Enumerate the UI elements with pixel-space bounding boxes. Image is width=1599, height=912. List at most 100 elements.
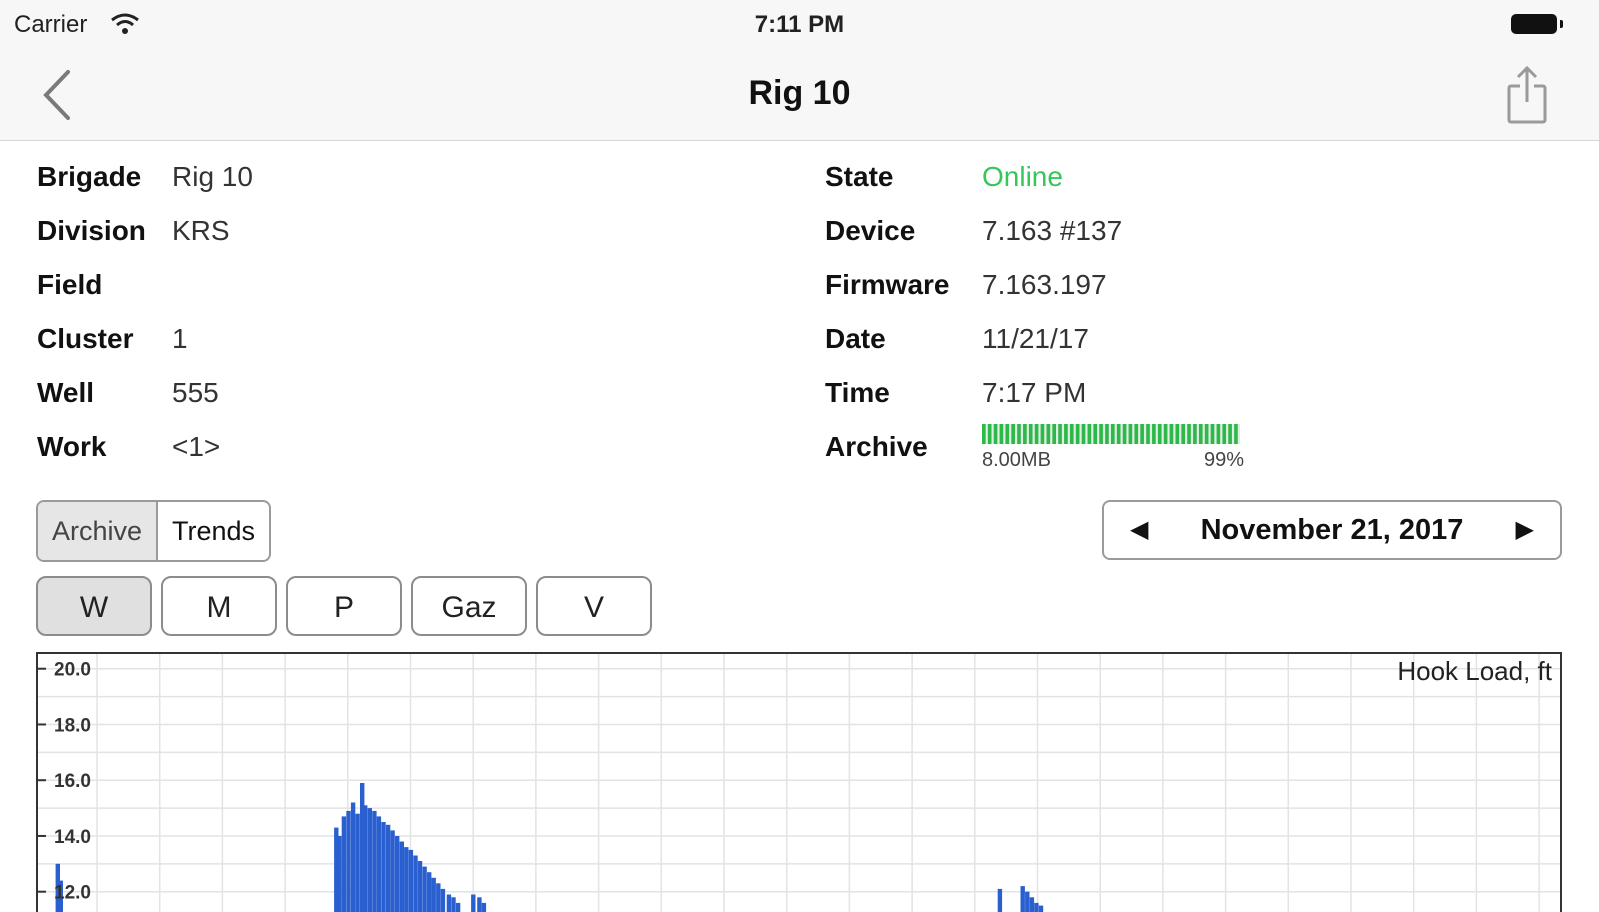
param-button-v[interactable]: V <box>536 576 652 636</box>
chart-bar <box>395 836 399 912</box>
archive-bar-segment <box>1082 424 1086 444</box>
current-date-label[interactable]: November 21, 2017 <box>1104 502 1560 558</box>
info-row-time: Time 7:17 PM <box>825 370 1525 424</box>
chart-bar <box>471 895 475 912</box>
info-left-column: Brigade Rig 10 Division KRS Field Cluste… <box>37 154 637 478</box>
chart-bar <box>413 856 417 912</box>
archive-bar-segment <box>988 424 992 444</box>
chart-bar <box>355 814 359 912</box>
y-tick-label: 20.0 <box>54 660 91 681</box>
chart-bar <box>363 805 367 912</box>
info-value: Rig 10 <box>172 154 253 200</box>
navigation-bar: Rig 10 <box>0 50 1599 141</box>
chart-bar <box>404 847 408 912</box>
info-label: Field <box>37 262 102 308</box>
chart-bar <box>381 822 385 912</box>
state-online-value: Online <box>982 154 1063 200</box>
info-value: 7.163.197 <box>982 262 1107 308</box>
chart-bar <box>422 867 426 912</box>
info-label: Device <box>825 208 915 254</box>
archive-bar-segment <box>1123 424 1127 444</box>
archive-bar-segment <box>1193 424 1197 444</box>
archive-bar-segment <box>1017 424 1021 444</box>
info-label: Time <box>825 370 890 416</box>
archive-bar-segment <box>1117 424 1121 444</box>
archive-bar-segment <box>1047 424 1051 444</box>
archive-bar-segment <box>1146 424 1150 444</box>
archive-bar-segment <box>1228 424 1232 444</box>
param-button-m[interactable]: M <box>161 576 277 636</box>
archive-bar-segment <box>1035 424 1039 444</box>
chart-bar <box>998 889 1002 912</box>
archive-bar-segment <box>1222 424 1226 444</box>
info-label: Firmware <box>825 262 950 308</box>
archive-bar-segment <box>1058 424 1062 444</box>
chart-bar <box>372 811 376 912</box>
archive-progress-bar <box>982 424 1240 444</box>
chart-bar <box>1039 906 1043 912</box>
y-tick-label: 14.0 <box>54 827 91 848</box>
chart-bar <box>368 808 372 912</box>
battery-icon <box>1511 14 1557 34</box>
archive-bar-segment <box>994 424 998 444</box>
chart-bar <box>337 836 341 912</box>
chart-bar <box>386 825 390 912</box>
info-label: Work <box>37 424 107 470</box>
archive-bar-segment <box>1134 424 1138 444</box>
info-row-date: Date 11/21/17 <box>825 316 1525 370</box>
archive-bar-segment <box>1105 424 1109 444</box>
param-button-gaz[interactable]: Gaz <box>411 576 527 636</box>
info-value: 11/21/17 <box>982 316 1089 362</box>
chart-bar <box>427 872 431 912</box>
chart-bar <box>447 895 451 912</box>
param-button-p[interactable]: P <box>286 576 402 636</box>
info-label: Archive <box>825 424 928 470</box>
info-row-division: Division KRS <box>37 208 637 262</box>
chart-bar <box>1034 903 1038 912</box>
archive-bar-segment <box>1093 424 1097 444</box>
share-icon[interactable] <box>1503 64 1551 126</box>
segment-trends[interactable]: Trends <box>158 502 269 560</box>
archive-bar-segment <box>982 424 986 444</box>
archive-bar-segment <box>1099 424 1103 444</box>
parameter-buttons: W M P Gaz V <box>36 576 661 636</box>
info-row-device: Device 7.163 #137 <box>825 208 1525 262</box>
chart-bar <box>346 811 350 912</box>
archive-bar-segment <box>1234 424 1238 444</box>
archive-bar-segment <box>1187 424 1191 444</box>
y-tick-label: 12.0 <box>54 883 91 904</box>
info-label: Cluster <box>37 316 133 362</box>
chart-bar <box>432 878 436 912</box>
segment-archive[interactable]: Archive <box>38 502 158 560</box>
info-value: <1> <box>172 424 220 470</box>
archive-bar-segment <box>1052 424 1056 444</box>
chart-bar <box>456 903 460 912</box>
info-value: 7:17 PM <box>982 370 1086 416</box>
archive-bar-segment <box>1152 424 1156 444</box>
archive-bar-segment <box>1041 424 1045 444</box>
chart-bar <box>1025 892 1029 912</box>
archive-bar-segment <box>1140 424 1144 444</box>
archive-size-label: 8.00MB <box>982 449 1051 471</box>
archive-bar-segment <box>1205 424 1209 444</box>
archive-bar-segment <box>1076 424 1080 444</box>
archive-bar-segment <box>1211 424 1215 444</box>
chart-title: Hook Load, ft <box>1397 656 1552 686</box>
archive-bar-segment <box>1005 424 1009 444</box>
chart-bar <box>436 883 440 912</box>
next-date-button[interactable]: ▶ <box>1516 502 1534 558</box>
info-row-state: State Online <box>825 154 1525 208</box>
param-button-w[interactable]: W <box>36 576 152 636</box>
info-label: State <box>825 154 893 200</box>
archive-meta: 8.00MB 99% <box>982 449 1244 472</box>
info-row-firmware: Firmware 7.163.197 <box>825 262 1525 316</box>
status-time: 7:11 PM <box>0 11 1599 39</box>
date-picker: ◀ November 21, 2017 ▶ <box>1102 500 1562 560</box>
archive-bar-segment <box>1170 424 1174 444</box>
info-row-cluster: Cluster 1 <box>37 316 637 370</box>
chart-bar <box>1021 886 1025 912</box>
info-value: 7.163 #137 <box>982 208 1122 254</box>
archive-percent-label: 99% <box>1204 449 1244 472</box>
archive-bar-segment <box>1111 424 1115 444</box>
archive-bar-segment <box>1129 424 1133 444</box>
